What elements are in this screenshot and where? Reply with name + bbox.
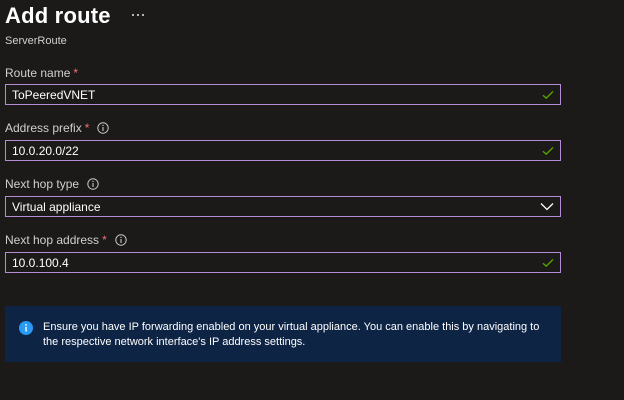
next-hop-type-selected[interactable]: Virtual appliance [12,200,540,214]
address-prefix-label-text: Address prefix [5,121,82,135]
page-subtitle: ServerRoute [5,35,67,47]
info-icon[interactable] [97,122,110,134]
next-hop-type-label-text: Next hop type [5,177,80,191]
add-route-blade: Add route ServerRoute Route name * ToPee… [0,0,624,400]
route-name-value[interactable]: ToPeeredVNET [12,88,542,102]
next-hop-address-label-text: Next hop address [5,233,100,247]
info-banner: Ensure you have IP forwarding enabled on… [5,306,561,362]
next-hop-type-dropdown[interactable]: Virtual appliance [5,196,561,217]
valid-check-icon [542,90,554,100]
more-options-button[interactable] [129,6,147,24]
next-hop-type-label: Next hop type [5,177,99,191]
page-title: Add route [5,3,111,28]
info-banner-text: Ensure you have IP forwarding enabled on… [43,321,540,348]
info-icon[interactable] [87,178,99,190]
route-name-input[interactable]: ToPeeredVNET [5,84,561,105]
route-name-label: Route name * [5,66,78,80]
route-name-label-text: Route name [5,66,71,80]
next-hop-address-value[interactable]: 10.0.100.4 [12,256,542,270]
info-filled-icon [19,321,33,335]
next-hop-address-input[interactable]: 10.0.100.4 [5,252,561,273]
address-prefix-input[interactable]: 10.0.20.0/22 [5,140,561,161]
address-prefix-value[interactable]: 10.0.20.0/22 [12,144,542,158]
more-horizontal-icon [131,13,145,17]
info-icon[interactable] [115,234,127,246]
required-marker: * [84,121,90,135]
next-hop-address-label: Next hop address * [5,233,127,247]
address-prefix-label: Address prefix * [5,121,110,135]
required-marker: * [102,233,107,247]
required-marker: * [73,66,79,80]
valid-check-icon [542,146,554,156]
chevron-down-icon[interactable] [540,202,554,212]
valid-check-icon [542,258,554,268]
